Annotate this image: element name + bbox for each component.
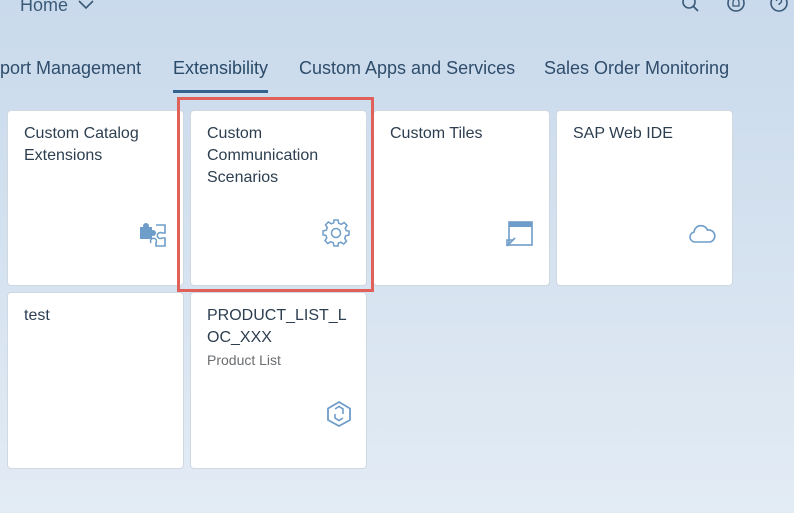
tab-sales-order-monitoring[interactable]: Sales Order Monitoring (544, 58, 729, 79)
help-icon[interactable] (769, 0, 789, 16)
home-label: Home (20, 0, 69, 15)
tab-extensibility[interactable]: Extensibility (173, 58, 268, 79)
tile-custom-communication-scenarios[interactable]: Custom Communication Scenarios (190, 110, 367, 286)
tile-title: test (24, 307, 50, 324)
tile-title: Custom Catalog Extensions (24, 125, 139, 164)
tile-title: PRODUCT_LIST_L OC_XXX (207, 307, 347, 346)
tile-subtitle: Product List (207, 352, 281, 368)
tab-report-management[interactable]: port Management (0, 58, 141, 79)
tile-custom-catalog-extensions[interactable]: Custom Catalog Extensions (7, 110, 184, 286)
chevron-down-icon (78, 0, 94, 16)
tile-sap-web-ide[interactable]: SAP Web IDE (556, 110, 733, 286)
search-icon[interactable] (681, 0, 701, 16)
tile-product-list[interactable]: PRODUCT_LIST_L OC_XXX Product List (190, 292, 367, 469)
tile-window-icon (504, 219, 534, 249)
notifications-icon[interactable] (726, 0, 746, 16)
cube-icon (324, 399, 354, 429)
tab-custom-apps-and-services[interactable]: Custom Apps and Services (299, 58, 515, 79)
puzzle-icon (138, 219, 168, 249)
cloud-icon (687, 219, 717, 249)
home-menu[interactable]: Home (20, 0, 94, 16)
tile-title: Custom Tiles (390, 125, 483, 142)
section-tabs: port Management Extensibility Custom App… (0, 44, 794, 94)
active-tab-indicator (173, 90, 268, 93)
tile-title: Custom Communication Scenarios (207, 125, 319, 186)
gear-icon (321, 218, 351, 248)
shell-bar: Home (0, 0, 794, 22)
tile-test[interactable]: test (7, 292, 184, 469)
tile-custom-tiles[interactable]: Custom Tiles (373, 110, 550, 286)
tile-title: SAP Web IDE (573, 125, 673, 142)
